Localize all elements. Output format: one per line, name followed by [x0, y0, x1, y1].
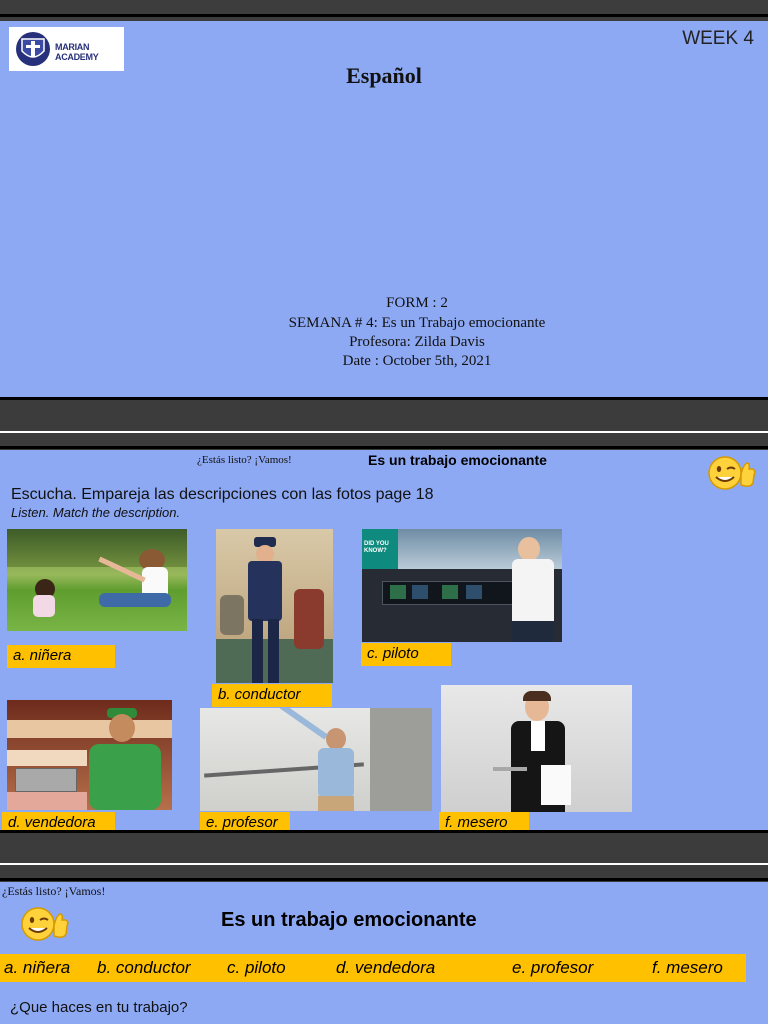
photo-conductor: [216, 529, 333, 683]
photo-teacher: [200, 708, 432, 811]
ready-text: ¿Estás listo? ¡Vamos!: [2, 884, 106, 898]
vocab-item-c: c. piloto: [227, 958, 286, 977]
instruction-english: Listen. Match the description.: [11, 505, 181, 520]
form-line: FORM : 2: [386, 295, 448, 311]
semana-line: SEMANA # 4: Es un Trabajo emocionante: [288, 315, 546, 331]
slide-title: MARIAN ACADEMY WEEK 4 Español FORM : 2 S…: [0, 21, 768, 397]
vocab-item-e: e. profesor: [512, 958, 594, 977]
week-label: WEEK 4: [682, 28, 754, 49]
photo-nanny: [7, 529, 187, 631]
page-title: Español: [346, 63, 422, 88]
date-line: Date : October 5th, 2021: [342, 353, 492, 369]
label-b: b. conductor: [212, 684, 332, 707]
instruction-spanish: Escucha. Empareja las descripciones con …: [11, 486, 434, 503]
divider: [0, 863, 768, 865]
profesora-line: Profesora: Zilda Davis: [349, 334, 485, 350]
ready-text: ¿Estás listo? ¡Vamos!: [197, 454, 292, 466]
divider: [0, 830, 768, 833]
logo-text: MARIAN ACADEMY: [55, 42, 99, 62]
label-c: c. piloto: [361, 643, 451, 666]
question-text: ¿Que haces en tu trabajo?: [10, 999, 188, 1016]
label-e: e. profesor: [200, 812, 290, 830]
label-f: f. mesero: [439, 812, 529, 830]
label-d: d. vendedora: [2, 812, 115, 830]
divider: [0, 431, 768, 433]
divider: [0, 878, 768, 881]
vocab-item-d: d. vendedora: [336, 958, 436, 977]
slide-vocabulary: ¿Estás listo? ¡Vamos! Es un trabajo emoc…: [0, 882, 768, 1024]
divider: [0, 446, 768, 449]
winking-thumbs-up-emoji-icon: [708, 456, 756, 490]
slide-heading: Es un trabajo emocionante: [221, 909, 477, 931]
vocab-item-a: a. niñera: [4, 958, 71, 977]
divider: [0, 397, 768, 400]
label-a: a. niñera: [7, 645, 115, 668]
divider: [0, 14, 768, 17]
photo-vendor: [7, 700, 172, 810]
winking-thumbs-up-emoji-icon: [21, 907, 69, 941]
photo-pilot: DID YOU KNOW?: [362, 529, 562, 642]
vocab-item-b: b. conductor: [97, 958, 191, 977]
slide-heading: Es un trabajo emocionante: [368, 452, 547, 468]
vocab-item-f: f. mesero: [652, 958, 723, 977]
slide-matching: ¿Estás listo? ¡Vamos! Es un trabajo emoc…: [0, 450, 768, 830]
photo-waiter: [441, 685, 632, 812]
cockpit-badge: DID YOU KNOW?: [364, 541, 389, 554]
